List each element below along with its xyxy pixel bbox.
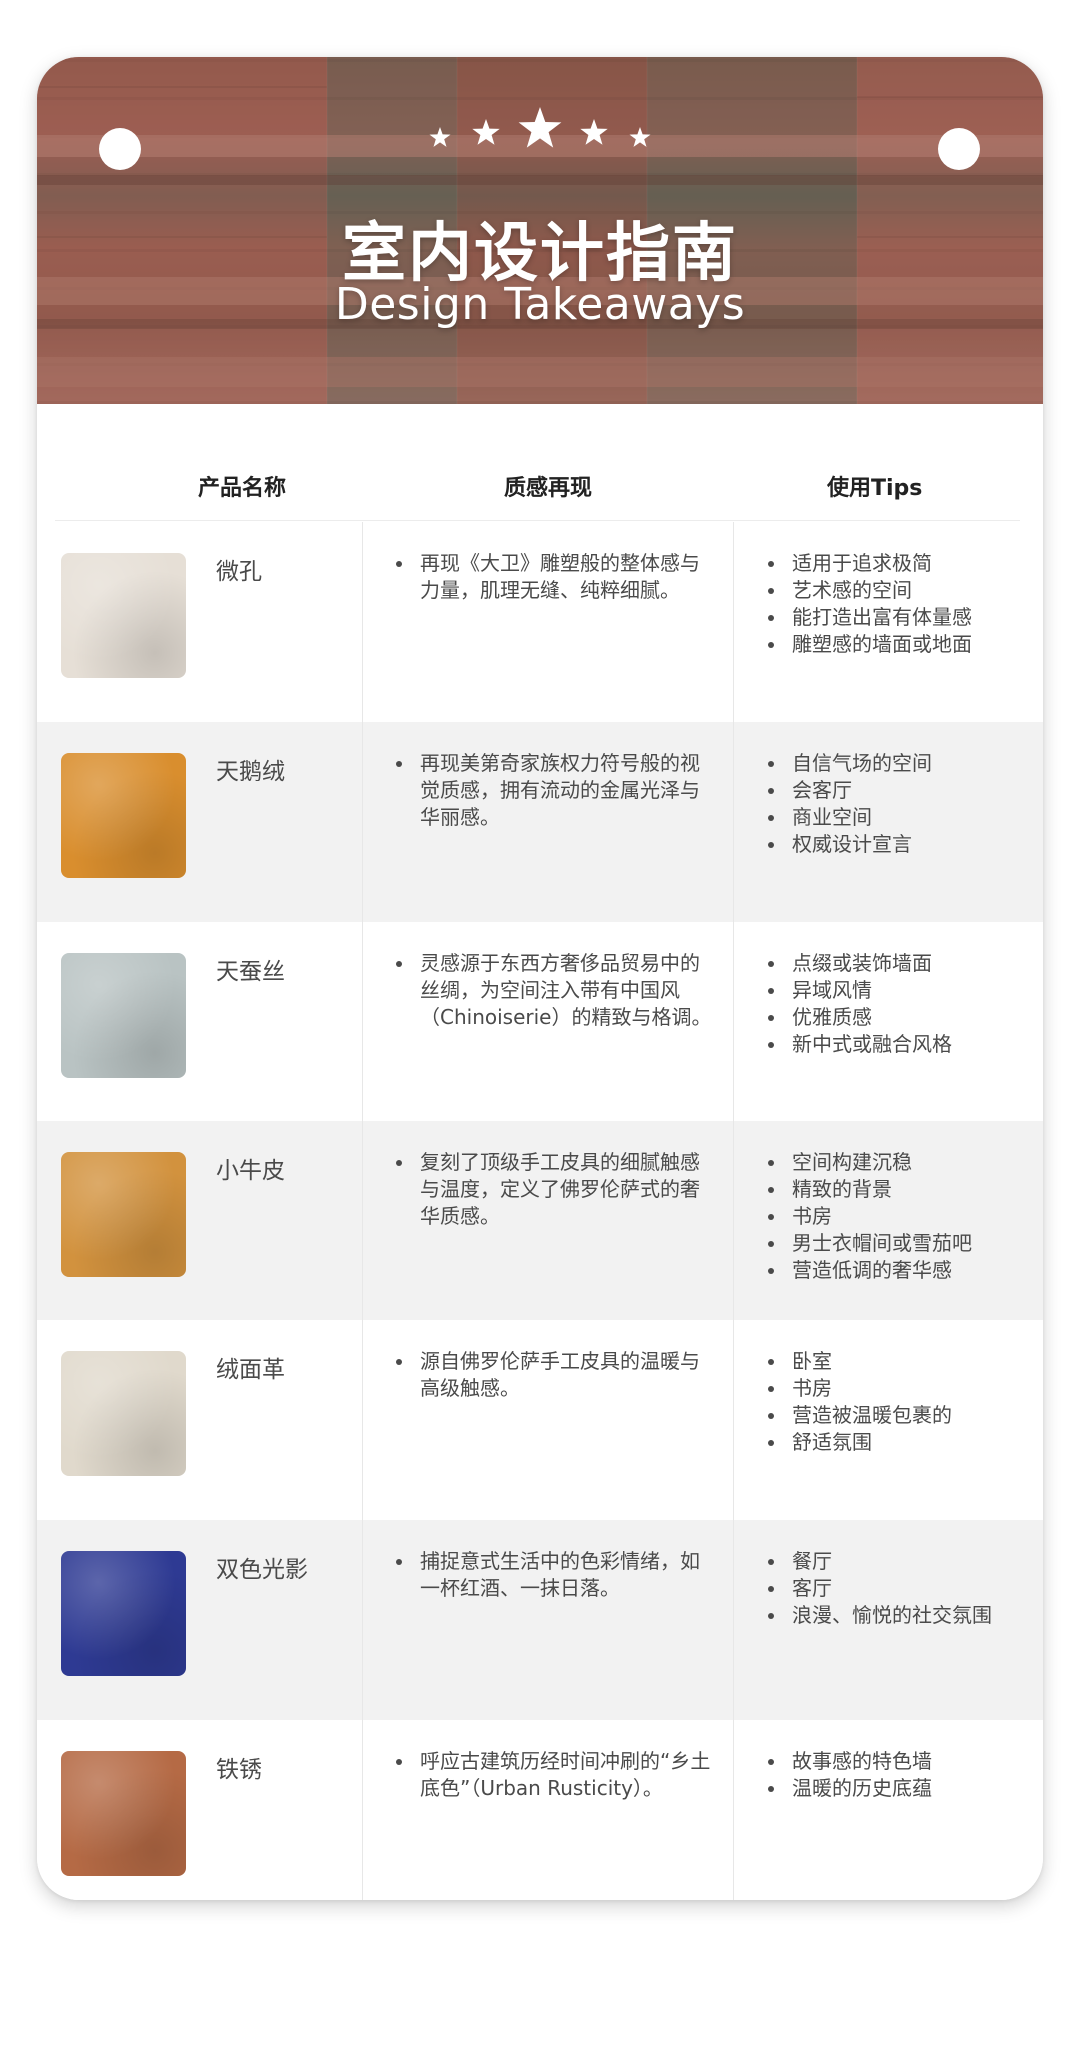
tip-item: 温暖的历史底蕴 xyxy=(764,1775,1034,1802)
product-name: 铁锈 xyxy=(216,1757,262,1783)
table-row: 微孔 再现《大卫》雕塑般的整体感与力量，肌理无缝、纯粹细腻。 适用于追求极简 艺术感的… xyxy=(37,522,1043,722)
tip-item: 客厅 xyxy=(764,1575,1034,1602)
quality-item: 灵感源于东西方奢侈品贸易中的丝绸，为空间注入带有中国风（Chinoiserie）… xyxy=(392,950,712,1031)
product-name: 小牛皮 xyxy=(216,1158,285,1184)
column-divider xyxy=(733,522,734,722)
tip-item: 权威设计宣言 xyxy=(764,831,1034,858)
quality-list: 再现美第奇家族权力符号般的视觉质感，拥有流动的金属光泽与华丽感。 xyxy=(392,750,712,831)
tip-item: 点缀或装饰墙面 xyxy=(764,950,1034,977)
tip-item: 艺术感的空间 xyxy=(764,577,1034,604)
tip-item: 会客厅 xyxy=(764,777,1034,804)
tip-item: 故事感的特色墙 xyxy=(764,1748,1034,1775)
tip-item: 新中式或融合风格 xyxy=(764,1031,1034,1058)
header-divider xyxy=(55,520,1020,521)
tip-item: 异域风情 xyxy=(764,977,1034,1004)
column-divider xyxy=(733,1720,734,1900)
tip-item: 空间构建沉稳 xyxy=(764,1149,1034,1176)
column-divider xyxy=(362,722,363,922)
column-divider xyxy=(362,1520,363,1720)
column-divider xyxy=(362,1720,363,1900)
quality-item: 再现美第奇家族权力符号般的视觉质感，拥有流动的金属光泽与华丽感。 xyxy=(392,750,712,831)
tip-item: 营造被温暖包裹的 xyxy=(764,1402,1034,1429)
column-header-product: 产品名称 xyxy=(198,476,287,501)
tip-item: 书房 xyxy=(764,1203,1034,1230)
header-banner: 室内设计指南 Design Takeaways xyxy=(37,57,1043,404)
column-divider xyxy=(362,522,363,722)
table-row: 小牛皮 复刻了顶级手工皮具的细腻触感与温度，定义了佛罗伦萨式的奢华质感。 空间构建沉… xyxy=(37,1121,1043,1321)
five-stars-icon xyxy=(429,107,651,148)
tip-item: 营造低调的奢华感 xyxy=(764,1257,1034,1284)
material-swatch xyxy=(61,1551,186,1676)
quality-list: 源自佛罗伦萨手工皮具的温暖与高级触感。 xyxy=(392,1348,712,1402)
column-divider xyxy=(733,1121,734,1321)
table-row: 双色光影 捕捉意式生活中的色彩情绪，如一杯红酒、一抹日落。 餐厅 客厅 浪漫、愉悦的社交… xyxy=(37,1520,1043,1720)
column-divider xyxy=(362,1320,363,1520)
material-swatch xyxy=(61,953,186,1078)
column-header-tips: 使用Tips xyxy=(827,476,923,501)
tips-list: 餐厅 客厅 浪漫、愉悦的社交氛围 xyxy=(764,1548,1034,1629)
punch-hole-left xyxy=(99,128,141,170)
material-swatch xyxy=(61,1751,186,1876)
design-guide-card: 室内设计指南 Design Takeaways 产品名称 质感再现 使用Tips… xyxy=(37,57,1043,1900)
tip-item: 卧室 xyxy=(764,1348,1034,1375)
tip-item: 商业空间 xyxy=(764,804,1034,831)
product-name: 绒面革 xyxy=(216,1357,285,1383)
material-swatch xyxy=(61,1351,186,1476)
material-swatch xyxy=(61,553,186,678)
quality-list: 再现《大卫》雕塑般的整体感与力量，肌理无缝、纯粹细腻。 xyxy=(392,550,712,604)
quality-list: 复刻了顶级手工皮具的细腻触感与温度，定义了佛罗伦萨式的奢华质感。 xyxy=(392,1149,712,1230)
tip-item: 餐厅 xyxy=(764,1548,1034,1575)
tips-list: 空间构建沉稳 精致的背景 书房 男士衣帽间或雪茄吧 营造低调的奢华感 xyxy=(764,1149,1034,1284)
tips-list: 故事感的特色墙 温暖的历史底蕴 xyxy=(764,1748,1034,1802)
tips-list: 自信气场的空间 会客厅 商业空间 权威设计宣言 xyxy=(764,750,1034,858)
material-swatch xyxy=(61,1152,186,1277)
product-name: 双色光影 xyxy=(216,1557,308,1583)
column-divider xyxy=(733,722,734,922)
product-name: 天蚕丝 xyxy=(216,959,285,985)
table-row: 天鹅绒 再现美第奇家族权力符号般的视觉质感，拥有流动的金属光泽与华丽感。 自信气场的… xyxy=(37,722,1043,922)
tip-item: 舒适氛围 xyxy=(764,1429,1034,1456)
table-row: 铁锈 呼应古建筑历经时间冲刷的“乡土底色”（Urban Rusticity）。 故事… xyxy=(37,1720,1043,1900)
tip-item: 能打造出富有体量感 xyxy=(764,604,1034,631)
tip-item: 适用于追求极简 xyxy=(764,550,1034,577)
column-header-quality: 质感再现 xyxy=(504,476,593,501)
tip-item: 男士衣帽间或雪茄吧 xyxy=(764,1230,1034,1257)
tip-item: 精致的背景 xyxy=(764,1176,1034,1203)
table-row: 天蚕丝 灵感源于东西方奢侈品贸易中的丝绸，为空间注入带有中国风（Chinoiser… xyxy=(37,922,1043,1122)
tip-item: 浪漫、愉悦的社交氛围 xyxy=(764,1602,1034,1629)
tip-item: 书房 xyxy=(764,1375,1034,1402)
tip-item: 自信气场的空间 xyxy=(764,750,1034,777)
tip-item: 优雅质感 xyxy=(764,1004,1034,1031)
quality-item: 再现《大卫》雕塑般的整体感与力量，肌理无缝、纯粹细腻。 xyxy=(392,550,712,604)
quality-item: 复刻了顶级手工皮具的细腻触感与温度，定义了佛罗伦萨式的奢华质感。 xyxy=(392,1149,712,1230)
table-header: 产品名称 质感再现 使用Tips xyxy=(37,404,1043,522)
column-divider xyxy=(733,1520,734,1720)
column-divider xyxy=(362,1121,363,1321)
product-name: 微孔 xyxy=(216,559,262,585)
tips-list: 适用于追求极简 艺术感的空间 能打造出富有体量感 雕塑感的墙面或地面 xyxy=(764,550,1034,658)
quality-list: 灵感源于东西方奢侈品贸易中的丝绸，为空间注入带有中国风（Chinoiserie）… xyxy=(392,950,712,1031)
column-divider xyxy=(362,922,363,1122)
tips-list: 点缀或装饰墙面 异域风情 优雅质感 新中式或融合风格 xyxy=(764,950,1034,1058)
quality-item: 呼应古建筑历经时间冲刷的“乡土底色”（Urban Rusticity）。 xyxy=(392,1748,712,1802)
column-divider xyxy=(733,1320,734,1520)
quality-list: 呼应古建筑历经时间冲刷的“乡土底色”（Urban Rusticity）。 xyxy=(392,1748,712,1802)
product-name: 天鹅绒 xyxy=(216,759,285,785)
table-row: 绒面革 源自佛罗伦萨手工皮具的温暖与高级触感。 卧室 书房 营造被温暖包裹的 舒适氛围 xyxy=(37,1320,1043,1520)
quality-item: 捕捉意式生活中的色彩情绪，如一杯红酒、一抹日落。 xyxy=(392,1548,712,1602)
quality-item: 源自佛罗伦萨手工皮具的温暖与高级触感。 xyxy=(392,1348,712,1402)
tip-item: 雕塑感的墙面或地面 xyxy=(764,631,1034,658)
tips-list: 卧室 书房 营造被温暖包裹的 舒适氛围 xyxy=(764,1348,1034,1456)
page-subtitle: Design Takeaways xyxy=(334,279,746,330)
column-divider xyxy=(733,922,734,1122)
punch-hole-right xyxy=(938,128,980,170)
material-swatch xyxy=(61,753,186,878)
quality-list: 捕捉意式生活中的色彩情绪，如一杯红酒、一抹日落。 xyxy=(392,1548,712,1602)
